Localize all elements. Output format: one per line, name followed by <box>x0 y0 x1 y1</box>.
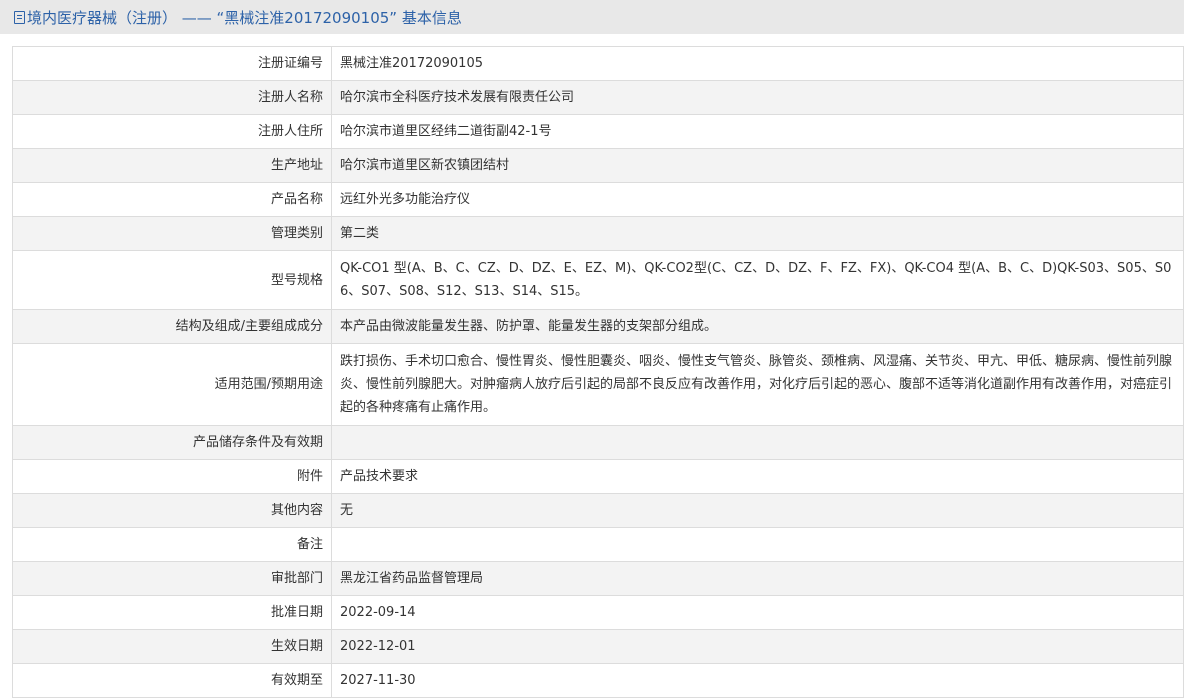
table-row: 产品储存条件及有效期 <box>12 425 1184 460</box>
table-row: 批准日期 2022-09-14 <box>12 595 1184 630</box>
table-row: 生效日期 2022-12-01 <box>12 629 1184 664</box>
row-value: 哈尔滨市道里区新农镇团结村 <box>331 148 1184 183</box>
table-row: 注册人名称 哈尔滨市全科医疗技术发展有限责任公司 <box>12 80 1184 115</box>
row-label: 管理类别 <box>12 216 332 251</box>
page-header: 境内医疗器械（注册） —— “黑械注准20172090105” 基本信息 <box>0 0 1184 34</box>
table-row: 注册证编号 黑械注准20172090105 <box>12 46 1184 81</box>
row-value: 产品技术要求 <box>331 459 1184 494</box>
row-label: 型号规格 <box>12 250 332 310</box>
row-value <box>331 425 1184 460</box>
row-value: 哈尔滨市道里区经纬二道街副42-1号 <box>331 114 1184 149</box>
row-value: 跌打损伤、手术切口愈合、慢性胃炎、慢性胆囊炎、咽炎、慢性支气管炎、脉管炎、颈椎病… <box>331 343 1184 426</box>
table-row: 适用范围/预期用途 跌打损伤、手术切口愈合、慢性胃炎、慢性胆囊炎、咽炎、慢性支气… <box>12 343 1184 426</box>
table-row: 注册人住所 哈尔滨市道里区经纬二道街副42-1号 <box>12 114 1184 149</box>
row-value: 哈尔滨市全科医疗技术发展有限责任公司 <box>331 80 1184 115</box>
row-value: QK-CO1 型(A、B、C、CZ、D、DZ、E、EZ、M)、QK-CO2型(C… <box>331 250 1184 310</box>
table-row: 生产地址 哈尔滨市道里区新农镇团结村 <box>12 148 1184 183</box>
row-value: 2022-12-01 <box>331 629 1184 664</box>
info-table: 注册证编号 黑械注准20172090105 注册人名称 哈尔滨市全科医疗技术发展… <box>12 46 1184 698</box>
row-value: 无 <box>331 493 1184 528</box>
row-label: 注册人名称 <box>12 80 332 115</box>
info-table-body: 注册证编号 黑械注准20172090105 注册人名称 哈尔滨市全科医疗技术发展… <box>12 46 1184 698</box>
document-icon <box>14 10 25 24</box>
row-value <box>331 527 1184 562</box>
table-row: 附件 产品技术要求 <box>12 459 1184 494</box>
table-row: 结构及组成/主要组成成分 本产品由微波能量发生器、防护罩、能量发生器的支架部分组… <box>12 309 1184 344</box>
page-title: 境内医疗器械（注册） —— “黑械注准20172090105” 基本信息 <box>27 8 462 27</box>
row-value: 2022-09-14 <box>331 595 1184 630</box>
row-label: 附件 <box>12 459 332 494</box>
table-row: 管理类别 第二类 <box>12 216 1184 251</box>
row-value: 第二类 <box>331 216 1184 251</box>
row-value: 黑龙江省药品监督管理局 <box>331 561 1184 596</box>
row-label: 审批部门 <box>12 561 332 596</box>
row-label: 结构及组成/主要组成成分 <box>12 309 332 344</box>
row-value: 远红外光多功能治疗仪 <box>331 182 1184 217</box>
row-label: 注册人住所 <box>12 114 332 149</box>
row-label: 批准日期 <box>12 595 332 630</box>
row-value: 黑械注准20172090105 <box>331 46 1184 81</box>
table-row: 备注 <box>12 527 1184 562</box>
row-label: 产品名称 <box>12 182 332 217</box>
row-label: 注册证编号 <box>12 46 332 81</box>
row-label: 有效期至 <box>12 663 332 698</box>
row-label: 其他内容 <box>12 493 332 528</box>
table-row: 其他内容 无 <box>12 493 1184 528</box>
row-label: 生产地址 <box>12 148 332 183</box>
row-value: 本产品由微波能量发生器、防护罩、能量发生器的支架部分组成。 <box>331 309 1184 344</box>
table-row: 有效期至 2027-11-30 <box>12 663 1184 698</box>
table-row: 型号规格 QK-CO1 型(A、B、C、CZ、D、DZ、E、EZ、M)、QK-C… <box>12 250 1184 310</box>
row-label: 产品储存条件及有效期 <box>12 425 332 460</box>
row-label: 适用范围/预期用途 <box>12 343 332 426</box>
row-label: 生效日期 <box>12 629 332 664</box>
info-table-container: 注册证编号 黑械注准20172090105 注册人名称 哈尔滨市全科医疗技术发展… <box>12 46 1184 698</box>
row-label: 备注 <box>12 527 332 562</box>
row-value: 2027-11-30 <box>331 663 1184 698</box>
table-row: 产品名称 远红外光多功能治疗仪 <box>12 182 1184 217</box>
table-row: 审批部门 黑龙江省药品监督管理局 <box>12 561 1184 596</box>
